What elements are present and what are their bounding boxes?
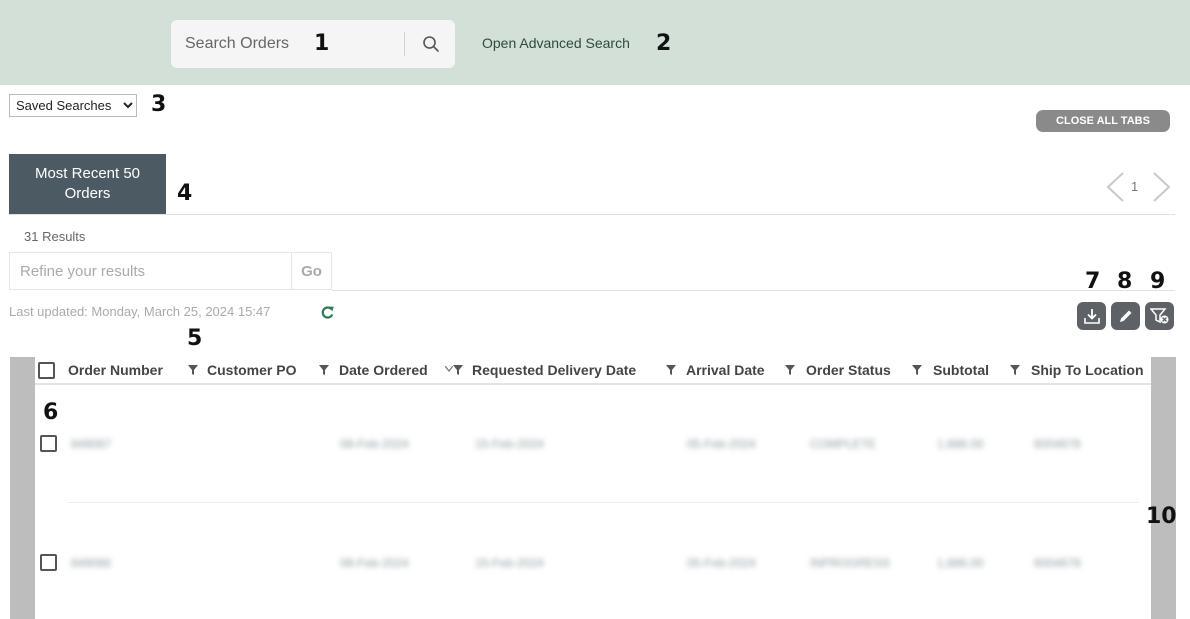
close-all-tabs-button[interactable]: CLOSE ALL TABS <box>1036 110 1170 132</box>
saved-searches-select[interactable]: Saved Searches <box>9 94 137 117</box>
chevron-right-icon[interactable] <box>1151 172 1171 202</box>
marker-5: 5 <box>187 326 203 351</box>
tab-divider <box>9 214 1175 215</box>
column-header-customer-po[interactable]: Customer PO <box>207 362 296 378</box>
clear-filter-button[interactable] <box>1145 302 1174 330</box>
row-divider <box>67 502 1139 503</box>
search-divider <box>404 32 405 56</box>
tab-most-recent-orders[interactable]: Most Recent 50 Orders <box>9 154 166 214</box>
refresh-icon[interactable] <box>320 305 335 320</box>
filter-clear-icon <box>1149 308 1168 324</box>
filter-icon[interactable] <box>1010 365 1020 375</box>
search-box <box>171 20 455 68</box>
cell-subtotal: 1,686.00 <box>937 556 984 570</box>
search-button[interactable] <box>407 20 455 68</box>
cell-ship-to: 6004678 <box>1034 437 1081 451</box>
edit-button[interactable] <box>1111 302 1140 330</box>
column-header-subtotal[interactable]: Subtotal <box>933 362 989 378</box>
download-icon <box>1083 309 1100 324</box>
cell-requested-delivery: 15-Feb-2024 <box>475 437 544 451</box>
cell-ship-to: 6004678 <box>1034 556 1081 570</box>
marker-9: 9 <box>1150 269 1166 294</box>
column-header-ship-to-location[interactable]: Ship To Location <box>1031 362 1144 378</box>
last-updated-text: Last updated: Monday, March 25, 2024 15:… <box>9 304 271 319</box>
header-bar: Open Advanced Search <box>0 0 1190 85</box>
cell-order-status: COMPLETE <box>810 437 877 451</box>
orders-table: Order Number Customer PO Date Ordered Re… <box>35 357 1151 619</box>
cell-date-ordered: 08-Feb-2024 <box>340 556 409 570</box>
grid-right-scroll-area[interactable] <box>1151 357 1176 619</box>
column-header-arrival-date[interactable]: Arrival Date <box>686 362 765 378</box>
search-icon <box>423 36 439 52</box>
cell-date-ordered: 08-Feb-2024 <box>340 437 409 451</box>
column-header-date-ordered[interactable]: Date Ordered <box>339 362 428 378</box>
refine-divider <box>332 290 1175 291</box>
refine-go-button[interactable]: Go <box>291 253 331 289</box>
marker-7: 7 <box>1085 269 1101 294</box>
filter-icon[interactable] <box>453 365 463 375</box>
marker-3: 3 <box>151 92 167 117</box>
filter-icon[interactable] <box>785 365 795 375</box>
marker-1: 1 <box>314 31 330 56</box>
marker-8: 8 <box>1117 269 1133 294</box>
cell-order-number[interactable]: 849067 <box>71 437 111 451</box>
cell-requested-delivery: 15-Feb-2024 <box>475 556 544 570</box>
filter-icon[interactable] <box>666 365 676 375</box>
column-header-order-number[interactable]: Order Number <box>68 362 163 378</box>
search-input[interactable] <box>171 20 403 68</box>
table-header: Order Number Customer PO Date Ordered Re… <box>35 357 1151 385</box>
results-count: 31 Results <box>24 229 86 244</box>
filter-icon[interactable] <box>912 365 922 375</box>
grid-left-scroll-area <box>10 357 35 619</box>
pencil-icon <box>1119 310 1131 322</box>
page-number: 1 <box>1131 179 1139 194</box>
cell-subtotal: 1,686.00 <box>937 437 984 451</box>
row-checkbox[interactable] <box>40 554 57 571</box>
sort-descending-icon[interactable] <box>445 366 453 372</box>
select-all-checkbox[interactable] <box>38 362 55 379</box>
cell-arrival-date: 05-Feb-2024 <box>687 556 756 570</box>
chevron-left-icon[interactable] <box>1106 172 1126 202</box>
marker-10: 10 <box>1146 504 1177 529</box>
cell-order-number[interactable]: 849066 <box>71 556 111 570</box>
marker-6: 6 <box>43 400 59 425</box>
cell-order-status: INPROGRESS <box>810 556 891 570</box>
marker-4: 4 <box>177 181 193 206</box>
download-button[interactable] <box>1077 302 1106 330</box>
advanced-search-link[interactable]: Open Advanced Search <box>482 35 630 51</box>
filter-icon[interactable] <box>188 365 198 375</box>
column-header-requested-delivery-date[interactable]: Requested Delivery Date <box>472 362 636 378</box>
cell-arrival-date: 05-Feb-2024 <box>687 437 756 451</box>
marker-2: 2 <box>656 31 672 56</box>
refine-box: Go <box>9 252 332 290</box>
column-header-order-status[interactable]: Order Status <box>806 362 891 378</box>
refine-input[interactable] <box>10 253 291 289</box>
filter-icon[interactable] <box>319 365 329 375</box>
row-checkbox[interactable] <box>40 435 57 452</box>
